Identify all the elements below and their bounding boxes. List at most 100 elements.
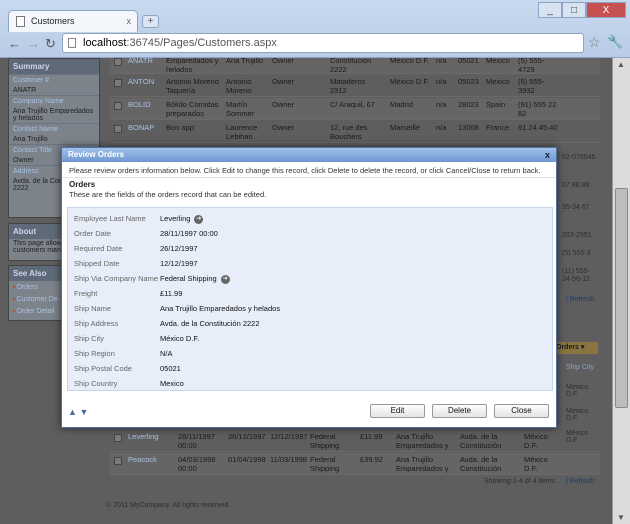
field-value: ANATR — [13, 87, 37, 94]
cell: Martín Sommer — [226, 100, 255, 118]
orders-refresh-link[interactable]: | Refresh — [566, 478, 594, 485]
close-button[interactable]: Close — [494, 404, 549, 418]
previous-record-icon[interactable]: ▲ — [68, 407, 77, 417]
field-label: Ship Address — [74, 319, 119, 328]
field-label: Ship Via Company Name — [74, 274, 159, 283]
ship-city-header[interactable]: Ship City — [566, 364, 594, 371]
reload-icon[interactable]: ↻ — [45, 36, 56, 52]
cell: Avda. de la Constitución 2222 — [460, 455, 502, 474]
row-checkbox[interactable] — [114, 457, 122, 465]
cell: Federal Shipping — [310, 432, 340, 450]
lookup-arrow-icon[interactable]: ➜ — [194, 214, 204, 224]
cell[interactable]: BONAP — [125, 121, 163, 142]
cell: £11.99 — [360, 432, 383, 441]
refresh-link[interactable]: | Refresh — [566, 296, 594, 303]
row-checkbox[interactable] — [114, 125, 122, 133]
browser-tab[interactable]: Customers x — [8, 10, 138, 32]
bookmark-star-icon[interactable]: ☆ — [588, 34, 601, 51]
cell: Ana Trujillo — [226, 58, 264, 65]
field-row: Ship Region N/A — [74, 347, 544, 361]
window-close-button[interactable]: X — [586, 2, 626, 18]
cell: México D.F. — [524, 455, 548, 473]
cell: 11/03/1998 — [270, 455, 307, 464]
cell: 05021 — [458, 58, 479, 65]
phone-fragment: 34-56-12 — [562, 276, 591, 283]
scrollbar-thumb[interactable] — [615, 188, 628, 408]
cell[interactable]: Leverling — [125, 430, 175, 451]
address-bar[interactable]: localhost:36745/Pages/Customers.aspx — [62, 33, 584, 53]
browser-chrome: Customers x + _ □ X ← → ↻ localhost:3674… — [0, 0, 630, 58]
field-label: Freight — [74, 289, 98, 298]
cell: Antonio Moreno — [226, 77, 252, 95]
cell: n/a — [436, 77, 447, 86]
dialog-header: Review Orders x — [62, 148, 556, 162]
table-row[interactable]: ANATR Emparedados y helados Ana Trujillo… — [110, 58, 600, 74]
scroll-up-icon[interactable]: ▲ — [617, 60, 625, 69]
cell: £39.92 — [360, 455, 383, 464]
cell: n/a — [436, 123, 447, 132]
maximize-button[interactable]: □ — [562, 2, 586, 18]
dialog-instructions: Please review orders information below. … — [62, 162, 556, 178]
cell: 91.24.45.40 — [518, 123, 558, 132]
table-row[interactable]: Leverling 28/11/1997 00:00 26/12/1997 12… — [110, 430, 600, 452]
row-checkbox[interactable] — [114, 102, 122, 110]
scroll-down-icon[interactable]: ▼ — [617, 513, 625, 522]
fields-panel: Employee Last Name Leverling ➜ Order Date… — [67, 207, 553, 391]
cell: Federal Shipping — [310, 455, 340, 473]
field-value: 26/12/1997 — [160, 244, 198, 253]
field-label: Customer # — [9, 74, 99, 86]
orders-tab[interactable]: Orders ▾ — [552, 342, 598, 354]
edit-button[interactable]: Edit — [370, 404, 425, 418]
lookup-arrow-icon[interactable]: ➜ — [220, 274, 230, 284]
cell: 05023 — [458, 77, 479, 86]
window-controls: _ □ X — [538, 2, 626, 18]
cell: 28/11/1997 00:00 — [178, 432, 215, 450]
minimize-button[interactable]: _ — [538, 2, 562, 18]
table-row[interactable]: BOLID Bólido Comidas preparadas Martín S… — [110, 98, 600, 120]
cell: Owner — [272, 58, 295, 65]
row-checkbox[interactable] — [114, 434, 122, 442]
tab-close-icon[interactable]: x — [127, 11, 132, 31]
cell: Ana Trujillo Emparedados y helados — [396, 432, 449, 451]
phone-fragment: 67.88.88 — [562, 182, 590, 189]
cell[interactable]: BOLID — [125, 98, 163, 119]
paging-summary: Showing 1-4 of 4 items — [484, 478, 556, 485]
new-tab-button[interactable]: + — [142, 15, 159, 28]
field-label: Company Name — [9, 95, 99, 107]
next-record-icon[interactable]: ▼ — [79, 407, 88, 417]
shipper-value[interactable]: Federal Shipping — [160, 274, 217, 283]
dialog-close-icon[interactable]: x — [545, 148, 550, 162]
cell: Spain — [486, 100, 506, 109]
row-checkbox[interactable] — [114, 58, 122, 66]
cell: 12/12/1997 — [270, 432, 307, 441]
copyright: © 2011 MyCompany. All rights reserved. — [106, 502, 231, 509]
cell: (5) 555-4729 — [518, 58, 545, 73]
table-row[interactable]: Peacock 04/03/1998 00:00 01/04/1998 11/0… — [110, 453, 600, 475]
section-description: These are the fields of the orders recor… — [69, 190, 267, 199]
page-scrollbar[interactable]: ▲ ▼ — [612, 58, 630, 524]
cell: C/ Araquil, 67 — [330, 100, 376, 109]
cell[interactable]: ANTON — [125, 75, 163, 96]
delete-button[interactable]: Delete — [432, 404, 487, 418]
phone-fragment: (5) 555-3 — [562, 250, 591, 257]
field-value: 28/11/1997 00:00 — [160, 229, 218, 238]
cell: Avda. de la Constitución 2222 — [460, 432, 502, 451]
row-checkbox[interactable] — [114, 79, 122, 87]
field-row: Employee Last Name Leverling ➜ — [74, 212, 544, 226]
table-row[interactable]: ANTON Antonio Moreno Taquería Antonio Mo… — [110, 75, 600, 97]
field-label: Order Date — [74, 229, 112, 238]
forward-arrow-icon[interactable]: → — [27, 36, 40, 51]
wrench-icon[interactable]: 🔧 — [607, 34, 623, 50]
back-arrow-icon[interactable]: ← — [8, 36, 21, 51]
cell: Bon app' — [166, 123, 196, 132]
cell[interactable]: ANATR — [125, 58, 163, 73]
field-value: 05021 — [160, 364, 181, 373]
cell: México D.F. — [390, 77, 430, 86]
cell: Madrid — [390, 100, 413, 109]
cell: (91) 555 22 82 — [518, 100, 557, 118]
employee-value[interactable]: Leverling — [160, 214, 190, 223]
cell: France — [486, 123, 510, 132]
table-row[interactable]: BONAP Bon app' Laurence Lebihan Owner 12… — [110, 121, 600, 143]
phone-fragment: 283-2951 — [562, 232, 592, 239]
cell[interactable]: Peacock — [125, 453, 175, 474]
